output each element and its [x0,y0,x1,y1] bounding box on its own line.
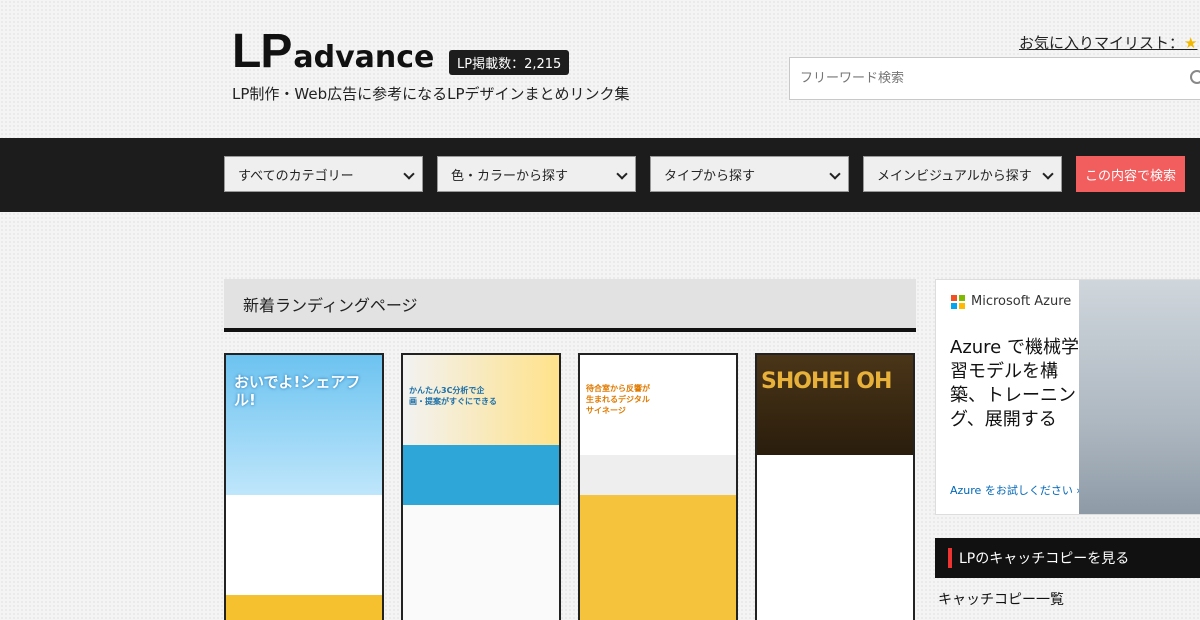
lp-count-badge: LP掲載数：2,215 [449,50,570,75]
ad-headline: Azure で機械学習モデルを構築、トレーニング、展開する [950,337,1079,430]
lp-card[interactable]: おいでよ!シェアフル! [224,353,384,620]
mainvisual-select-value: メインビジュアルから探す [877,168,1032,184]
color-select[interactable]: 色・カラーから探す [437,156,636,192]
chevron-down-icon [403,168,415,180]
category-select-value: すべてのカテゴリー [238,168,354,184]
catch-copy-heading[interactable]: LPのキャッチコピーを見る [935,538,1200,578]
azure-ad[interactable]: Microsoft Azure Azure で機械学習モデルを構築、トレーニング… [935,279,1200,515]
search-input[interactable] [800,71,1180,86]
chevron-down-icon [616,168,628,180]
ad-photo [1079,280,1200,514]
star-icon: ★ [1184,34,1198,52]
lp-thumbnail-body [403,505,559,620]
section-title: 新着ランディングページ [224,279,916,332]
microsoft-logo-icon [951,295,965,309]
site-logo[interactable]: LP advance [232,28,434,76]
chevron-down-icon [1042,168,1054,180]
lp-thumbnail-band [580,455,736,495]
chevron-down-icon [829,168,841,180]
lp-thumbnail-band [403,445,559,505]
ad-cta-link[interactable]: Azure をお試しください › [950,482,1081,498]
mainvisual-select[interactable]: メインビジュアルから探す [863,156,1062,192]
lp-card-headline: 待合室から反響が生まれるデジタルサイネージ [586,384,650,415]
filter-bar: すべてのカテゴリー 色・カラーから探す タイプから探す メインビジュアルから探す… [0,138,1200,212]
favorites-link[interactable]: お気に入りマイリスト：★ [1019,32,1197,53]
type-select-value: タイプから探す [664,168,756,184]
lp-card[interactable]: SHOHEI OH [755,353,915,620]
lp-thumbnail-body [226,495,382,595]
ad-brand: Microsoft Azure [971,294,1072,309]
color-select-value: 色・カラーから探す [451,168,569,184]
lp-card-headline: SHOHEI OH [761,369,892,394]
lp-card[interactable]: かんたん3C分析で企画・提案がすぐにできる [401,353,561,620]
type-select[interactable]: タイプから探す [650,156,849,192]
site-tagline: LP制作・Web広告に参考になるLPデザインまとめリンク集 [232,85,630,103]
logo-lp-text: LP [232,25,292,78]
favorites-label: お気に入りマイリスト： [1019,34,1185,52]
catch-copy-list-link[interactable]: キャッチコピー一覧 [938,589,1064,609]
lp-card-headline: かんたん3C分析で企画・提案がすぐにできる [409,386,497,406]
search-submit-button[interactable]: この内容で検索 [1076,156,1185,192]
search-box[interactable] [789,57,1200,100]
lp-thumbnail-footer [226,595,382,620]
category-select[interactable]: すべてのカテゴリー [224,156,423,192]
lp-card-headline: おいでよ!シェアフル! [234,373,361,409]
search-icon[interactable] [1190,70,1200,84]
logo-advance-text: advance [293,40,435,75]
lp-thumbnail-body [757,455,913,620]
lp-thumbnail-body [580,495,736,620]
lp-card[interactable]: 待合室から反響が生まれるデジタルサイネージ [578,353,738,620]
